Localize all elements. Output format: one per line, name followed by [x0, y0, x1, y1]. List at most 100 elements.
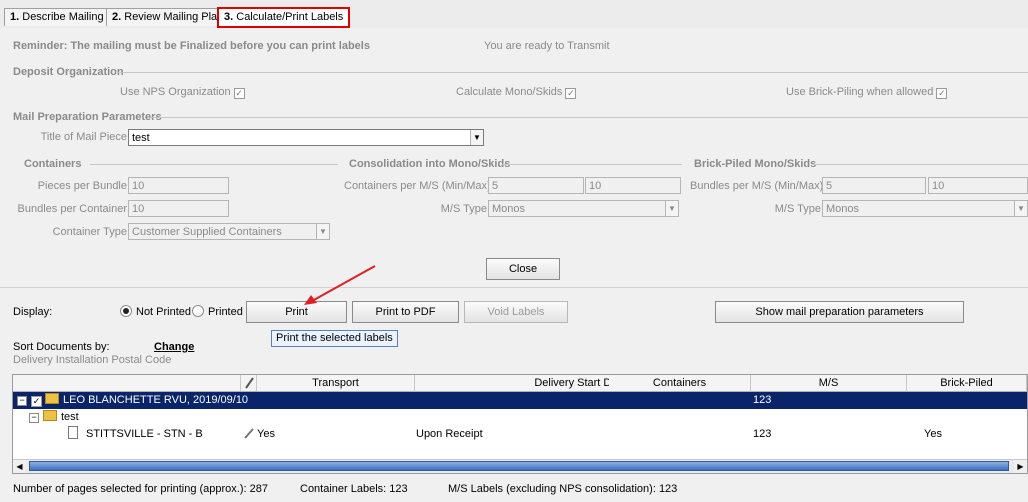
- selected-value: Monos: [492, 203, 526, 215]
- printed-option[interactable]: Printed: [192, 305, 243, 318]
- grid-header-ms[interactable]: M/S: [751, 375, 907, 392]
- printed-radio[interactable]: [192, 305, 204, 317]
- divider: [118, 72, 1028, 73]
- containers-per-ms-max-input[interactable]: 10: [585, 177, 681, 194]
- tab-number: 2.: [112, 11, 122, 23]
- print-tooltip: Print the selected labels: [271, 330, 398, 347]
- row-name: STITTSVILLE - STN - B: [86, 428, 203, 440]
- pages-count: Number of pages selected for printing (a…: [13, 483, 268, 495]
- tab-review-mailing-plan[interactable]: 2. Review Mailing Plan: [106, 8, 230, 26]
- divider: [502, 164, 682, 165]
- containers-per-ms-min-input[interactable]: 5: [488, 177, 584, 194]
- ms-cell: 123: [753, 428, 772, 440]
- display-label: Display:: [13, 306, 53, 318]
- document-icon: [68, 426, 78, 439]
- pencil-icon: [244, 428, 254, 439]
- folder-icon: [43, 410, 57, 421]
- calculate-mono-option[interactable]: Calculate Mono/Skids ✓: [456, 86, 577, 99]
- tab-label: Describe Mailing: [22, 11, 104, 23]
- grid-header-containers[interactable]: Containers: [609, 375, 751, 392]
- brick-ms-type-select[interactable]: Monos ▼: [822, 200, 1028, 217]
- title-of-mail-piece-label: Title of Mail Piece: [40, 131, 127, 143]
- tab-label: Review Mailing Plan: [124, 11, 224, 23]
- container-labels-count: Container Labels: 123: [300, 483, 408, 495]
- grid-header-name[interactable]: [13, 375, 241, 392]
- use-nps-checkbox[interactable]: ✓: [233, 88, 245, 99]
- chevron-down-icon[interactable]: ▼: [665, 201, 678, 216]
- not-printed-radio[interactable]: [120, 305, 132, 317]
- show-mail-prep-parameters-button[interactable]: Show mail preparation parameters: [715, 301, 964, 323]
- folder-icon: [45, 393, 59, 404]
- consolidation-ms-type-label: M/S Type: [440, 203, 487, 215]
- bundles-per-ms-label: Bundles per M/S (Min/Max): [690, 180, 824, 192]
- collapse-icon[interactable]: −: [29, 413, 39, 423]
- scrollbar-thumb[interactable]: [29, 461, 1009, 471]
- scroll-right-icon[interactable]: ▶: [1014, 460, 1027, 473]
- grid-header-edit[interactable]: [241, 375, 257, 392]
- grid-header-transport[interactable]: Transport: [257, 375, 415, 392]
- scroll-left-icon[interactable]: ◀: [13, 460, 26, 473]
- horizontal-scrollbar[interactable]: ◀ ▶: [13, 459, 1027, 473]
- reminder-text: Reminder: The mailing must be Finalized …: [13, 40, 370, 52]
- use-nps-option[interactable]: Use NPS Organization ✓: [120, 86, 245, 99]
- pieces-per-bundle-input[interactable]: 10: [128, 177, 229, 194]
- ms-cell: 123: [753, 394, 772, 406]
- close-button[interactable]: Close: [486, 258, 560, 280]
- mail-prep-title: Mail Preparation Parameters: [13, 111, 162, 123]
- table-row[interactable]: STITTSVILLE - STN - B Yes Upon Receipt 1…: [13, 426, 1027, 443]
- delivery-start-cell: Upon Receipt: [416, 428, 483, 440]
- tab-describe-mailing[interactable]: 1. Describe Mailing: [4, 8, 110, 26]
- calculate-mono-checkbox[interactable]: ✓: [565, 88, 577, 99]
- bundles-per-container-input[interactable]: 10: [128, 200, 229, 217]
- row-name-cell: − test: [29, 409, 79, 426]
- brick-piling-checkbox[interactable]: ✓: [936, 88, 948, 99]
- sort-label: Sort Documents by:: [13, 341, 110, 353]
- selected-value: Monos: [826, 203, 860, 215]
- tab-bar: 1. Describe Mailing 2. Review Mailing Pl…: [0, 0, 1028, 28]
- container-type-select[interactable]: Customer Supplied Containers ▼: [128, 223, 330, 240]
- chevron-down-icon[interactable]: ▼: [470, 130, 483, 145]
- bundles-per-ms-min-input[interactable]: 5: [822, 177, 926, 194]
- change-sort-link[interactable]: Change: [154, 341, 194, 353]
- bundles-per-ms-max-input[interactable]: 10: [928, 177, 1028, 194]
- row-name-cell: STITTSVILLE - STN - B: [68, 426, 203, 443]
- labels-grid: Transport Delivery Start Date Containers…: [12, 374, 1028, 474]
- table-row[interactable]: − ✓ LEO BLANCHETTE RVU, 2019/09/10 123: [13, 392, 1027, 409]
- deposit-organization-title: Deposit Organization: [13, 66, 124, 78]
- brick-piled-cell: Yes: [924, 428, 942, 440]
- transport-value: Yes: [257, 428, 275, 440]
- brick-piling-option[interactable]: Use Brick-Piling when allowed ✓: [786, 86, 948, 99]
- chevron-down-icon[interactable]: ▼: [316, 224, 329, 239]
- chevron-down-icon[interactable]: ▼: [1014, 201, 1027, 216]
- containers-per-ms-label: Containers per M/S (Min/Max): [344, 180, 491, 192]
- bundles-per-container-label: Bundles per Container: [17, 203, 127, 215]
- ms-labels-count: M/S Labels (excluding NPS consolidation)…: [448, 483, 678, 495]
- transport-cell: Yes: [243, 426, 275, 443]
- consolidation-title: Consolidation into Mono/Skids: [349, 158, 511, 170]
- not-printed-label: Not Printed: [136, 306, 192, 318]
- row-name: LEO BLANCHETTE RVU, 2019/09/10: [63, 394, 249, 406]
- row-name: test: [61, 411, 79, 423]
- consolidation-ms-type-select[interactable]: Monos ▼: [488, 200, 679, 217]
- printed-label: Printed: [208, 306, 243, 318]
- void-labels-button[interactable]: Void Labels: [464, 301, 568, 323]
- tab-number: 1.: [10, 11, 20, 23]
- sort-value: Delivery Installation Postal Code: [13, 354, 172, 366]
- not-printed-option[interactable]: Not Printed: [120, 305, 191, 318]
- ready-status: You are ready to Transmit: [484, 40, 610, 52]
- tab-label: Calculate/Print Labels: [236, 11, 344, 23]
- selected-value: test: [132, 132, 150, 144]
- tab-calculate-print-labels[interactable]: 3. Calculate/Print Labels: [217, 7, 351, 28]
- grid-header-brick-piled[interactable]: Brick-Piled: [907, 375, 1027, 392]
- tab-number: 3.: [224, 11, 234, 23]
- divider: [150, 117, 1028, 118]
- divider: [90, 164, 338, 165]
- collapse-icon[interactable]: −: [17, 396, 27, 406]
- row-name-cell: − ✓ LEO BLANCHETTE RVU, 2019/09/10: [17, 392, 248, 409]
- brick-piling-label: Use Brick-Piling when allowed: [786, 86, 934, 98]
- container-type-label: Container Type: [52, 226, 127, 238]
- pencil-icon: [244, 377, 254, 389]
- table-row[interactable]: − test: [13, 409, 1027, 426]
- title-of-mail-piece-select[interactable]: test ▼: [128, 129, 484, 146]
- row-checkbox[interactable]: ✓: [31, 396, 42, 407]
